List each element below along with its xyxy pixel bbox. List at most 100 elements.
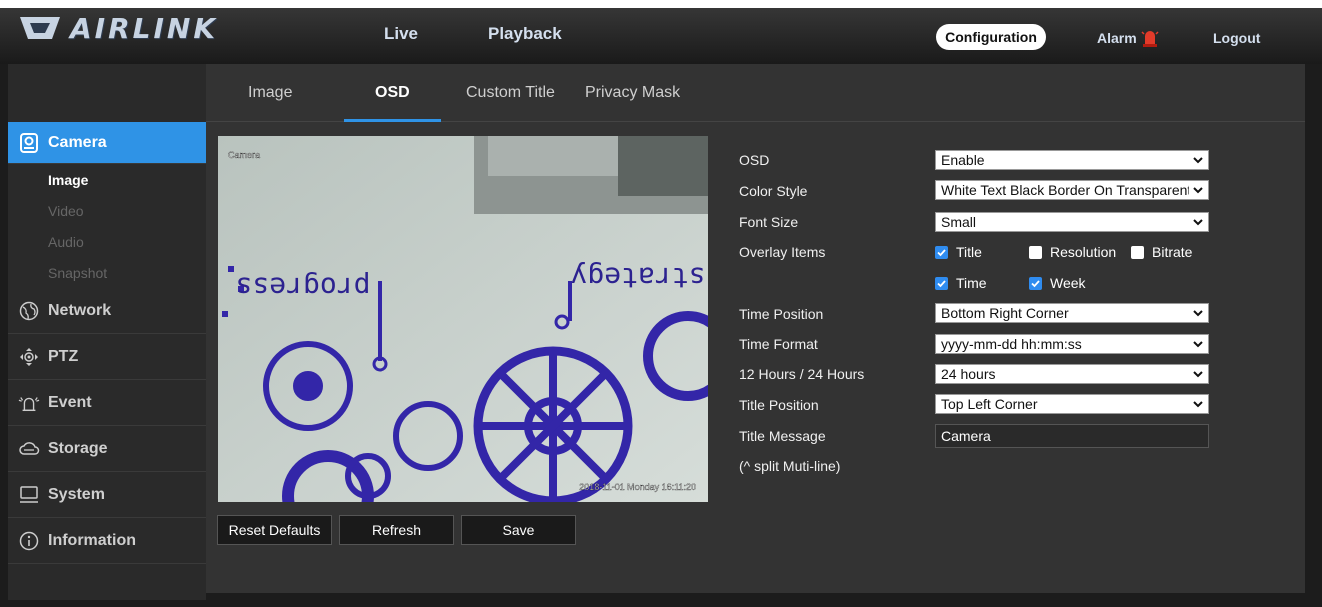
hour-mode-select[interactable]: 24 hours	[935, 364, 1209, 384]
tab-custom-title[interactable]: Custom Title	[466, 84, 555, 102]
nav-live[interactable]: Live	[384, 24, 418, 44]
wall-text-progress: progress	[236, 271, 371, 304]
globe-icon	[18, 300, 40, 322]
reset-defaults-button[interactable]: Reset Defaults	[217, 515, 332, 545]
cloud-icon	[18, 438, 40, 460]
video-preview: progress strategy Camera 2018-11-01 Mond…	[218, 136, 708, 502]
title-message-label: Title Message	[739, 428, 826, 444]
osd-select-value: Enable	[941, 152, 985, 168]
color-style-select[interactable]: White Text Black Border On Transparent	[935, 180, 1209, 200]
checkbox-label: Title	[956, 244, 982, 260]
tab-image[interactable]: Image	[248, 84, 292, 102]
checkbox-label: Bitrate	[1152, 244, 1193, 260]
split-hint: (^ split Muti-line)	[739, 458, 841, 474]
tab-osd[interactable]: OSD	[375, 84, 410, 102]
chevron-down-icon	[1193, 157, 1203, 164]
sidebar-item-information[interactable]: Information	[8, 518, 206, 564]
osd-time-overlay: 2018-11-01 Monday 16:11:20	[579, 482, 696, 492]
time-format-label: Time Format	[739, 336, 818, 352]
chevron-down-icon	[1193, 341, 1203, 348]
sidebar-item-label: Storage	[48, 439, 108, 457]
time-format-value: yyyy-mm-dd hh:mm:ss	[941, 336, 1082, 352]
checkbox-label: Resolution	[1050, 244, 1117, 260]
hour-mode-value: 24 hours	[941, 366, 996, 382]
alarm-label: Alarm	[1097, 30, 1137, 46]
font-size-value: Small	[941, 214, 977, 230]
sidebar-item-label: PTZ	[48, 347, 79, 365]
nav-playback[interactable]: Playback	[488, 24, 562, 44]
sidebar-item-label: Information	[48, 531, 136, 549]
hour-mode-label: 12 Hours / 24 Hours	[739, 366, 865, 382]
info-icon	[18, 530, 40, 552]
top-bar: AIRLINK Live Playback Configuration Alar…	[0, 0, 1322, 64]
airlink-logo-icon	[20, 17, 60, 39]
monitor-icon	[18, 484, 40, 506]
font-size-label: Font Size	[739, 214, 799, 230]
sidebar-item-label: Event	[48, 393, 92, 411]
chevron-down-icon	[1193, 401, 1203, 408]
active-tab-indicator	[344, 119, 441, 122]
overlay-time-checkbox[interactable]: Time	[935, 275, 987, 291]
osd-select[interactable]: Enable	[935, 150, 1209, 170]
title-position-label: Title Position	[739, 397, 819, 413]
sidebar: Camera Image Video Audio Snapshot Networ…	[8, 64, 216, 600]
checkbox-unchecked-icon	[1029, 245, 1042, 259]
main-panel: Image OSD Custom Title Privacy Mask prog…	[206, 64, 1305, 593]
color-style-label: Color Style	[739, 183, 808, 199]
overlay-resolution-checkbox[interactable]: Resolution	[1029, 244, 1116, 260]
overlay-week-checkbox[interactable]: Week	[1029, 275, 1086, 291]
sidebar-item-network[interactable]: Network	[8, 288, 206, 334]
tab-bar: Image OSD Custom Title Privacy Mask	[206, 64, 1305, 122]
brand-logo: AIRLINK	[18, 10, 218, 46]
overlay-items-label: Overlay Items	[739, 244, 826, 260]
chevron-down-icon	[1193, 310, 1203, 317]
sidebar-item-event[interactable]: Event	[8, 380, 206, 426]
overlay-bitrate-checkbox[interactable]: Bitrate	[1131, 244, 1192, 260]
chevron-down-icon	[1193, 219, 1203, 226]
tab-privacy-mask[interactable]: Privacy Mask	[585, 84, 680, 102]
sidebar-item-storage[interactable]: Storage	[8, 426, 206, 472]
sidebar-item-label: Network	[48, 301, 112, 319]
title-position-value: Top Left Corner	[941, 396, 1038, 412]
chevron-down-icon	[1193, 371, 1203, 378]
nav-alarm[interactable]: Alarm	[1097, 28, 1159, 48]
time-position-select[interactable]: Bottom Right Corner	[935, 303, 1209, 323]
sidebar-item-ptz[interactable]: PTZ	[8, 334, 206, 380]
time-format-select[interactable]: yyyy-mm-dd hh:mm:ss	[935, 334, 1209, 354]
alarm-light-icon	[1141, 31, 1159, 47]
wall-text-strategy: strategy	[571, 261, 706, 294]
save-button[interactable]: Save	[461, 515, 576, 545]
preview-scene: progress strategy Camera 2018-11-01 Mond…	[218, 136, 708, 502]
nav-logout[interactable]: Logout	[1213, 30, 1260, 46]
checkbox-checked-icon	[1029, 276, 1042, 290]
sidebar-sub-image[interactable]: Image	[8, 164, 206, 195]
osd-title-overlay: Camera	[228, 150, 260, 160]
checkbox-label: Week	[1050, 275, 1086, 291]
sidebar-item-system[interactable]: System	[8, 472, 206, 518]
sidebar-sub-audio[interactable]: Audio	[8, 226, 206, 257]
title-position-select[interactable]: Top Left Corner	[935, 394, 1209, 414]
color-style-value: White Text Black Border On Transparent	[941, 182, 1189, 198]
checkbox-checked-icon	[935, 276, 948, 290]
event-icon	[18, 392, 40, 414]
sidebar-item-label: System	[48, 485, 105, 503]
title-message-input[interactable]: Camera	[935, 424, 1209, 448]
brand-name: AIRLINK	[70, 11, 219, 45]
overlay-title-checkbox[interactable]: Title	[935, 244, 982, 260]
checkbox-checked-icon	[935, 245, 948, 259]
sidebar-sub-video[interactable]: Video	[8, 195, 206, 226]
sidebar-sub-snapshot[interactable]: Snapshot	[8, 257, 206, 288]
top-accent-strip	[0, 0, 1322, 8]
chevron-down-icon	[1193, 187, 1203, 194]
time-position-label: Time Position	[739, 306, 824, 322]
sidebar-item-camera[interactable]: Camera	[8, 122, 216, 164]
camera-icon	[18, 132, 40, 154]
osd-label: OSD	[739, 152, 770, 168]
checkbox-unchecked-icon	[1131, 245, 1144, 259]
sidebar-item-label: Camera	[48, 133, 107, 151]
time-position-value: Bottom Right Corner	[941, 305, 1069, 321]
font-size-select[interactable]: Small	[935, 212, 1209, 232]
nav-configuration[interactable]: Configuration	[936, 24, 1046, 50]
refresh-button[interactable]: Refresh	[339, 515, 454, 545]
ptz-icon	[18, 346, 40, 368]
